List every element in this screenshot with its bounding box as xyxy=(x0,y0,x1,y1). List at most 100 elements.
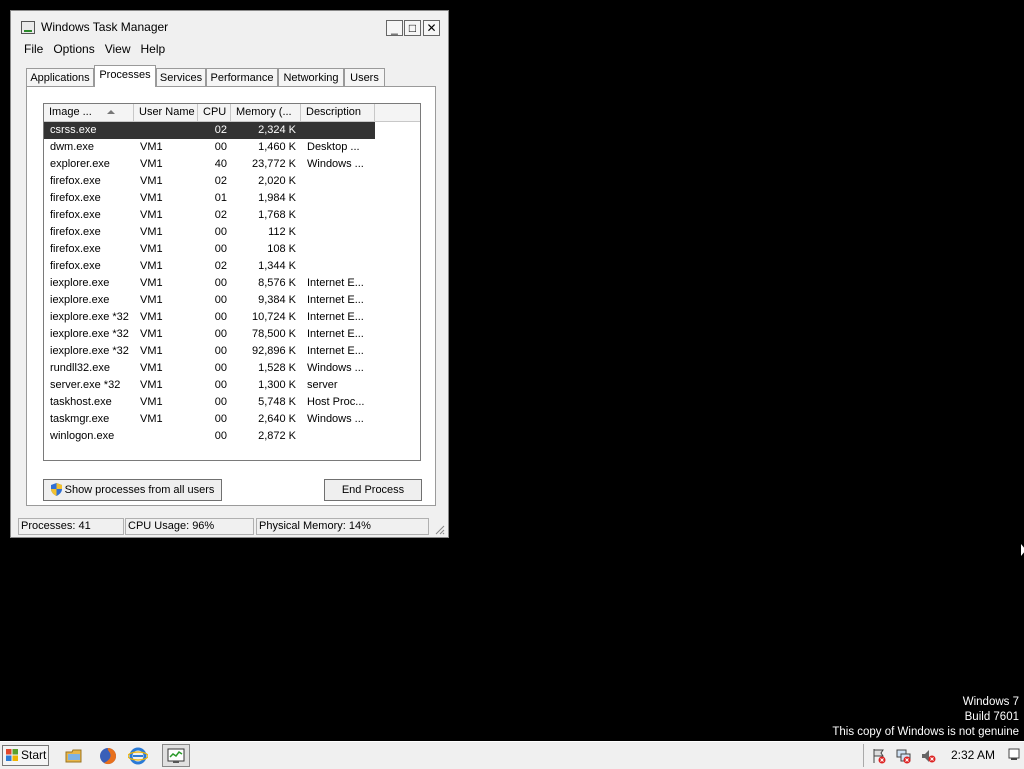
show-desktop-icon[interactable] xyxy=(1008,747,1020,761)
show-all-processes-button[interactable]: Show processes from all users xyxy=(43,479,222,501)
title-bar[interactable]: Windows Task Manager _ □ ✕ xyxy=(11,11,448,39)
menu-help[interactable]: Help xyxy=(136,41,171,57)
table-row[interactable]: iexplore.exe *32 VM1 00 10,724 K Internet E.… xyxy=(44,309,420,326)
process-memory-cell: 2,640 K xyxy=(258,413,296,425)
sort-ascending-icon xyxy=(107,110,115,114)
menu-file[interactable]: File xyxy=(19,41,48,57)
process-description-cell: Internet E... xyxy=(307,311,364,323)
table-row[interactable]: csrss.exe 02 2,324 K xyxy=(44,122,420,139)
process-description-cell: Internet E... xyxy=(307,328,364,340)
table-row[interactable]: iexplore.exe VM1 00 8,576 K Internet E... xyxy=(44,275,420,292)
tab-applications[interactable]: Applications xyxy=(26,68,94,87)
process-memory-cell: 1,528 K xyxy=(258,362,296,374)
process-memory-cell: 108 K xyxy=(267,243,296,255)
process-description-cell: Windows ... xyxy=(307,362,364,374)
process-description-cell xyxy=(301,428,375,445)
process-memory-cell: 9,384 K xyxy=(258,294,296,306)
process-cpu-cell: 40 xyxy=(214,158,227,170)
status-cpu-usage: CPU Usage: 96% xyxy=(125,518,254,535)
column-header-image[interactable]: Image ... xyxy=(44,104,134,121)
process-user-cell: VM1 xyxy=(140,243,163,255)
process-user-cell: VM1 xyxy=(140,345,163,357)
minimize-button[interactable]: _ xyxy=(386,20,403,36)
column-header-description[interactable]: Description xyxy=(301,104,375,121)
process-user-cell xyxy=(134,122,198,139)
action-center-icon[interactable] xyxy=(871,748,887,764)
table-row[interactable]: server.exe *32 VM1 00 1,300 K server xyxy=(44,377,420,394)
windows-logo-icon xyxy=(6,749,18,761)
table-row[interactable]: winlogon.exe 00 2,872 K xyxy=(44,428,420,445)
table-row[interactable]: taskmgr.exe VM1 00 2,640 K Windows ... xyxy=(44,411,420,428)
process-cpu-cell: 01 xyxy=(214,192,227,204)
maximize-button[interactable]: □ xyxy=(404,20,421,36)
column-header-user[interactable]: User Name xyxy=(134,104,198,121)
start-button[interactable]: Start xyxy=(2,745,49,766)
table-row[interactable]: firefox.exe VM1 01 1,984 K xyxy=(44,190,420,207)
column-header-cpu[interactable]: CPU xyxy=(198,104,231,121)
tab-performance[interactable]: Performance xyxy=(206,68,278,87)
table-row[interactable]: dwm.exe VM1 00 1,460 K Desktop ... xyxy=(44,139,420,156)
process-name-cell: rundll32.exe xyxy=(50,362,110,374)
process-name-cell: firefox.exe xyxy=(50,192,101,204)
process-memory-cell: 1,460 K xyxy=(258,141,296,153)
process-list[interactable]: Image ... User Name CPU Memory (... Desc… xyxy=(43,103,421,461)
close-button[interactable]: ✕ xyxy=(423,20,440,36)
table-row[interactable]: iexplore.exe *32 VM1 00 78,500 K Internet E.… xyxy=(44,326,420,343)
process-name-cell: firefox.exe xyxy=(50,260,101,272)
table-row[interactable]: taskhost.exe VM1 00 5,748 K Host Proc... xyxy=(44,394,420,411)
menu-options[interactable]: Options xyxy=(48,41,99,57)
table-row[interactable]: iexplore.exe *32 VM1 00 92,896 K Internet E.… xyxy=(44,343,420,360)
process-name-cell: iexplore.exe *32 xyxy=(50,311,129,323)
process-cpu-cell: 00 xyxy=(214,277,227,289)
internet-explorer-icon[interactable] xyxy=(128,746,148,766)
process-cpu-cell: 00 xyxy=(214,226,227,238)
uac-shield-icon xyxy=(50,483,62,496)
table-row[interactable]: firefox.exe VM1 00 108 K xyxy=(44,241,420,258)
table-row[interactable]: explorer.exe VM1 40 23,772 K Windows ... xyxy=(44,156,420,173)
process-name-cell: iexplore.exe xyxy=(50,294,110,306)
process-name-cell: taskmgr.exe xyxy=(50,413,110,425)
column-header-memory[interactable]: Memory (... xyxy=(231,104,301,121)
process-memory-cell: 2,324 K xyxy=(231,122,301,139)
table-row[interactable]: rundll32.exe VM1 00 1,528 K Windows ... xyxy=(44,360,420,377)
process-memory-cell: 1,344 K xyxy=(258,260,296,272)
firefox-icon[interactable] xyxy=(98,746,118,766)
process-cpu-cell: 02 xyxy=(214,209,227,221)
menu-bar: File Options View Help xyxy=(19,41,170,59)
process-user-cell: VM1 xyxy=(140,328,163,340)
process-cpu-cell: 00 xyxy=(214,294,227,306)
clock[interactable]: 2:32 AM xyxy=(951,748,995,762)
end-process-button[interactable]: End Process xyxy=(324,479,422,501)
process-cpu-cell: 02 xyxy=(198,122,231,139)
process-user-cell: VM1 xyxy=(140,141,163,153)
tab-users[interactable]: Users xyxy=(344,68,385,87)
network-icon[interactable] xyxy=(896,748,912,764)
table-row[interactable]: firefox.exe VM1 02 1,768 K xyxy=(44,207,420,224)
watermark-line-1: Windows 7 xyxy=(962,696,1019,708)
process-memory-cell: 10,724 K xyxy=(251,311,296,323)
menu-view[interactable]: View xyxy=(100,41,136,57)
process-cpu-cell: 00 xyxy=(214,328,227,340)
tab-networking[interactable]: Networking xyxy=(278,68,344,87)
process-name-cell: firefox.exe xyxy=(50,243,101,255)
table-row[interactable]: iexplore.exe VM1 00 9,384 K Internet E... xyxy=(44,292,420,309)
tab-services[interactable]: Services xyxy=(156,68,206,87)
tab-processes[interactable]: Processes xyxy=(94,65,156,87)
process-user-cell: VM1 xyxy=(140,413,163,425)
process-user-cell: VM1 xyxy=(140,260,163,272)
process-memory-cell: 1,768 K xyxy=(258,209,296,221)
table-row[interactable]: firefox.exe VM1 02 2,020 K xyxy=(44,173,420,190)
show-all-processes-label: Show processes from all users xyxy=(64,484,215,496)
folder-icon[interactable] xyxy=(64,746,84,766)
task-manager-icon xyxy=(21,21,35,34)
task-manager-taskbar-button[interactable] xyxy=(162,744,190,767)
process-name-cell: iexplore.exe *32 xyxy=(50,345,129,357)
process-cpu-cell: 00 xyxy=(214,311,227,323)
process-memory-cell: 92,896 K xyxy=(251,345,296,357)
start-label: Start xyxy=(21,748,47,762)
table-row[interactable]: firefox.exe VM1 02 1,344 K xyxy=(44,258,420,275)
table-row[interactable]: firefox.exe VM1 00 112 K xyxy=(44,224,420,241)
process-user-cell: VM1 xyxy=(140,311,163,323)
volume-icon[interactable] xyxy=(921,748,937,764)
resize-grip-icon[interactable] xyxy=(433,523,445,535)
